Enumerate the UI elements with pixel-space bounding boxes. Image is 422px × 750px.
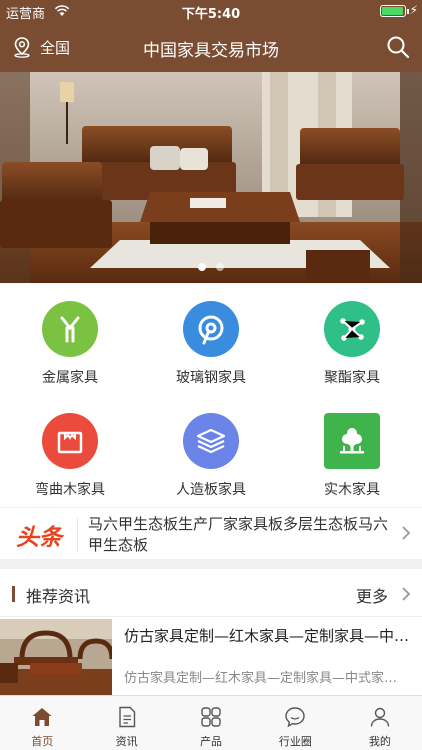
- category-label: 弯曲木家具: [35, 482, 105, 498]
- tab-label: 产品: [200, 735, 223, 748]
- user-icon: [370, 707, 390, 727]
- banner-image: [0, 72, 422, 283]
- category-solidwood-furniture[interactable]: 实木家具: [282, 413, 422, 499]
- category-label: 聚酯家具: [324, 370, 380, 386]
- category-frp-furniture[interactable]: 玻璃钢家具: [141, 301, 281, 387]
- document-icon: [118, 706, 135, 728]
- section-accent-bar: [12, 586, 15, 602]
- category-label: 金属家具: [42, 370, 98, 386]
- category-label: 人造板家具: [176, 482, 246, 498]
- compass-icon: [183, 301, 239, 357]
- chat-bubble-icon: [285, 707, 306, 728]
- tab-bar: 首页 资讯 产品 行业圈 我的: [0, 695, 422, 750]
- category-label: 实木家具: [324, 482, 380, 498]
- news-thumbnail: [0, 619, 112, 695]
- headline-tag: 头条: [16, 525, 62, 551]
- chevron-right-icon: [402, 526, 411, 540]
- page-title: 中国家具交易市场: [143, 41, 279, 61]
- news-title: 仿古家具定制—红木家具—定制家具—中式家具: [124, 627, 410, 645]
- news-summary: 仿古家具定制—红木家具—定制家具—中式家具定制: [124, 671, 410, 686]
- home-icon: [32, 708, 52, 726]
- headline-news[interactable]: 头条 马六甲生态板生产厂家家具板多层生态板马六甲生态板: [0, 507, 422, 559]
- bag-icon: [42, 413, 98, 469]
- layers-icon: [183, 413, 239, 469]
- search-icon[interactable]: [386, 35, 410, 59]
- headline-text: 马六甲生态板生产厂家家具板多层生态板马六甲生态板: [88, 515, 389, 554]
- clock: 下午5:40: [181, 7, 241, 22]
- nav-bar: 全国 中国家具交易市场: [0, 22, 422, 72]
- tab-profile[interactable]: 我的: [338, 696, 422, 750]
- category-board-furniture[interactable]: 人造板家具: [141, 413, 281, 499]
- section-title: 推荐资讯: [26, 587, 91, 606]
- category-grid: 金属家具 玻璃钢家具 聚酯家具 弯曲木家具 人造板家具 实木家具: [0, 283, 422, 507]
- category-label: 玻璃钢家具: [176, 370, 246, 386]
- recommend-header: 推荐资讯 更多: [0, 569, 422, 617]
- battery-icon: [380, 5, 406, 17]
- tab-label: 资讯: [115, 735, 138, 748]
- tab-products[interactable]: 产品: [169, 696, 253, 750]
- carousel-dot[interactable]: [198, 263, 206, 271]
- category-bentwood-furniture[interactable]: 弯曲木家具: [0, 413, 140, 499]
- banner-carousel[interactable]: [0, 72, 422, 283]
- tab-label: 首页: [31, 735, 54, 748]
- tab-label: 行业圈: [278, 735, 312, 748]
- news-item[interactable]: 仿古家具定制—红木家具—定制家具—中式家具 仿古家具定制—红木家具—定制家具—中…: [0, 617, 422, 695]
- tab-home[interactable]: 首页: [0, 696, 84, 750]
- tab-industry-circle[interactable]: 行业圈: [253, 696, 337, 750]
- tab-label: 我的: [368, 735, 391, 748]
- divider: [77, 518, 78, 552]
- tree-icon: [324, 413, 380, 469]
- category-metal-furniture[interactable]: 金属家具: [0, 301, 140, 387]
- carousel-indicator: [0, 263, 422, 271]
- molecule-icon: [324, 301, 380, 357]
- metal-frame-icon: [42, 301, 98, 357]
- carousel-dot[interactable]: [216, 263, 224, 271]
- category-polyester-furniture[interactable]: 聚酯家具: [282, 301, 422, 387]
- charging-icon: ⚡: [409, 3, 418, 17]
- section-gap: [0, 559, 422, 569]
- status-bar: 运营商 下午5:40 ⚡: [0, 0, 422, 22]
- chevron-right-icon[interactable]: [400, 586, 412, 602]
- tab-news[interactable]: 资讯: [84, 696, 168, 750]
- grid-icon: [201, 707, 221, 727]
- more-link[interactable]: 更多: [356, 583, 388, 607]
